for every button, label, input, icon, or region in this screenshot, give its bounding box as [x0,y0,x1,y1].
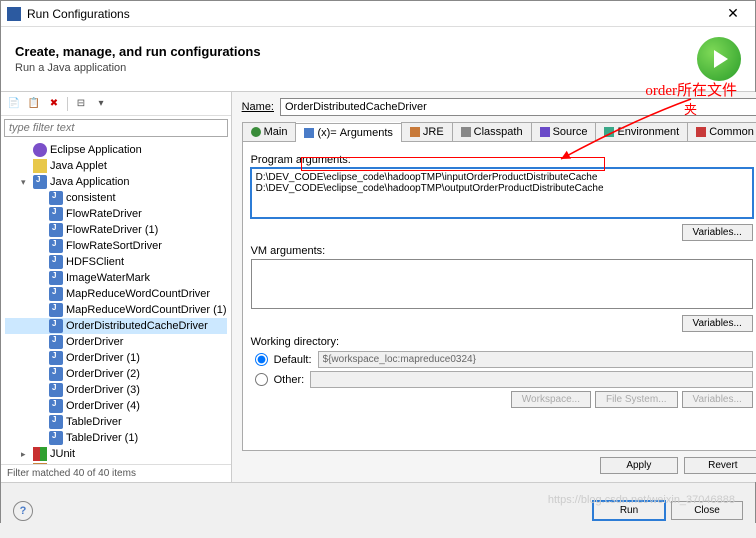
header-title: Create, manage, and run configurations [15,44,261,59]
collapse-icon[interactable]: ⊟ [72,95,90,113]
tree-item[interactable]: FlowRateDriver [5,206,227,222]
tree-item[interactable]: OrderDriver (4) [5,398,227,414]
tree-item[interactable]: HDFSClient [5,254,227,270]
tab-classpath[interactable]: Classpath [452,122,532,141]
tree-item[interactable]: MapReduceWordCountDriver [5,286,227,302]
run-icon [697,37,741,81]
expand-icon[interactable]: ▾ [92,95,110,113]
tree-item-selected[interactable]: OrderDistributedCacheDriver [5,318,227,334]
program-args-input[interactable] [251,168,753,218]
tree-item[interactable]: consistent [5,190,227,206]
filter-count: Filter matched 40 of 40 items [1,464,231,482]
tree-item[interactable]: OrderDriver (1) [5,350,227,366]
tab-common[interactable]: Common [687,122,756,141]
tree-item[interactable]: OrderDriver (2) [5,366,227,382]
close-icon[interactable]: ✕ [717,4,749,24]
tree-item[interactable]: FlowRateDriver (1) [5,222,227,238]
tree-item[interactable]: ImageWaterMark [5,270,227,286]
tree-item[interactable]: OrderDriver (3) [5,382,227,398]
tree-item-eclipse[interactable]: Eclipse Application [5,142,227,158]
wd-variables-button[interactable]: Variables... [682,391,753,408]
tab-arguments[interactable]: (x)= Arguments [295,123,401,142]
working-dir-label: Working directory: [251,336,753,348]
header-subtitle: Run a Java application [15,62,261,74]
window-title: Run Configurations [27,7,717,21]
tab-source[interactable]: Source [531,122,597,141]
tree-item[interactable]: TableDriver [5,414,227,430]
tree-item-junit[interactable]: ▸JUnit [5,446,227,462]
wd-default-label: Default: [274,354,312,366]
prog-variables-button[interactable]: Variables... [682,224,753,241]
wd-other-radio[interactable] [255,373,268,386]
left-toolbar: 📄 📋 ✖ ⊟ ▾ [1,92,231,116]
wd-default-input [318,351,753,368]
delete-icon[interactable]: ✖ [45,95,63,113]
vm-args-label: VM arguments: [251,245,753,257]
tree-item[interactable]: MapReduceWordCountDriver (1) [5,302,227,318]
name-input[interactable] [280,98,756,116]
tab-environment[interactable]: Environment [595,122,688,141]
tab-bar: Main (x)= Arguments JRE Classpath Source… [242,122,756,142]
name-label: Name: [242,101,274,113]
tree-item[interactable]: FlowRateSortDriver [5,238,227,254]
revert-button[interactable]: Revert [684,457,756,474]
close-button[interactable]: Close [671,501,743,520]
tree-item-applet[interactable]: Java Applet [5,158,227,174]
wd-workspace-button[interactable]: Workspace... [511,391,591,408]
apply-button[interactable]: Apply [600,457,678,474]
help-icon[interactable]: ? [13,501,33,521]
tree-item[interactable]: TableDriver (1) [5,430,227,446]
tab-main[interactable]: Main [242,122,297,141]
config-tree[interactable]: Eclipse Application Java Applet ▾Java Ap… [1,140,231,464]
wd-other-input [310,371,753,388]
wd-default-radio[interactable] [255,353,268,366]
tree-item[interactable]: OrderDriver [5,334,227,350]
filter-input[interactable] [4,119,228,137]
duplicate-icon[interactable]: 📋 [25,95,43,113]
wd-other-label: Other: [274,374,305,386]
new-config-icon[interactable]: 📄 [5,95,23,113]
app-icon [7,7,21,21]
vm-variables-button[interactable]: Variables... [682,315,753,332]
wd-filesystem-button[interactable]: File System... [595,391,678,408]
tree-item-javaapp[interactable]: ▾Java Application [5,174,227,190]
vm-args-input[interactable] [251,259,753,309]
program-args-label: Program arguments: [251,154,753,166]
tab-jre[interactable]: JRE [401,122,453,141]
run-button[interactable]: Run [593,501,665,520]
